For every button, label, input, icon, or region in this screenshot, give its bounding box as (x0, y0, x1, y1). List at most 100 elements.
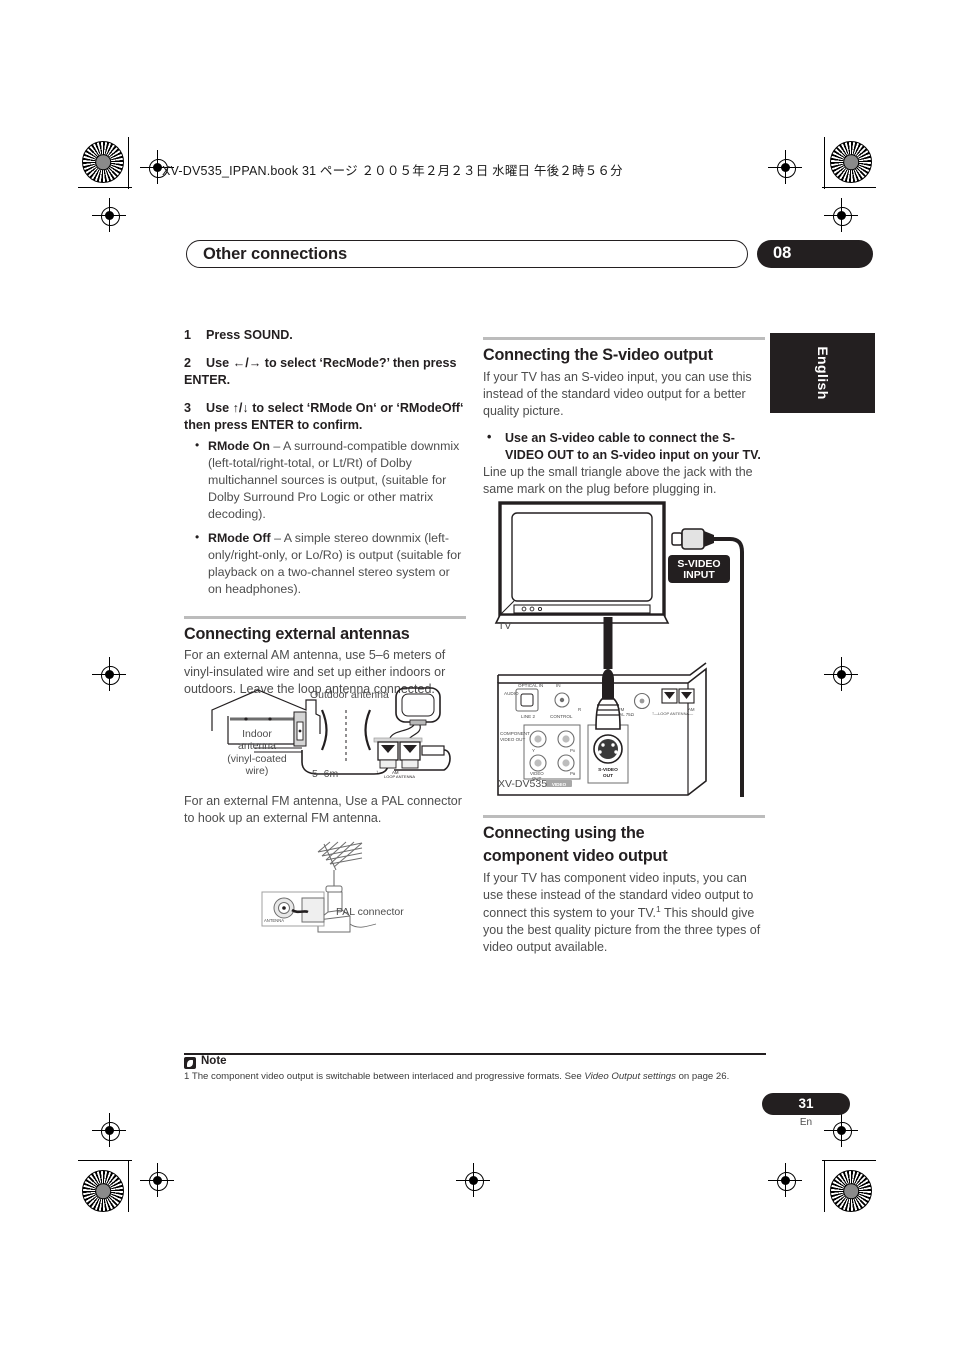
registration-cross-bottom-right (768, 1163, 802, 1197)
note-text-before: The component video output is switchable… (191, 1071, 585, 1082)
svg-text:VIDEO OUT: VIDEO OUT (500, 737, 525, 742)
figure-svideo-connection: S-VIDEO INPUT AUDIO OPTICAL IN LINE 2 IN… (492, 497, 764, 797)
svideo-instruction-detail: Line up the small triangle above the jac… (483, 464, 753, 496)
note-text-after: on page 26. (675, 1071, 730, 1082)
rmode-on-term: RMode On (208, 439, 270, 453)
registration-star-bottom-right (830, 1170, 872, 1212)
figure-label-tv: TV (498, 620, 512, 632)
chapter-number-badge: 08 (757, 240, 873, 268)
page-number: 31 (798, 1096, 814, 1111)
svg-text:Pᴧ: Pᴧ (570, 748, 576, 753)
rmode-off-term: RMode Off (208, 530, 271, 545)
step-1-number: 1 (184, 328, 192, 342)
step-3: 3 Use ↑/↓ to select ‘RMode On‘ or ‘RModeO… (184, 400, 466, 434)
svg-text:AUDIO: AUDIO (504, 691, 519, 696)
figure-label-indoor-antenna: Indoor antenna (vinyl-coated wire) (219, 728, 295, 778)
indoor-label-line1: Indoor (242, 728, 272, 740)
figure-label-outdoor-antenna: Outdoor antenna (310, 689, 389, 701)
svg-text:LINE 2: LINE 2 (521, 714, 535, 719)
svideo-paragraph: If your TV has an S-video input, you can… (483, 369, 752, 418)
registration-cross-left-middle (92, 657, 126, 691)
crop-mark-tr-v (824, 137, 826, 189)
registration-cross-top-right (768, 150, 802, 184)
list-item: RMode On – A surround-compatible downmix… (184, 437, 466, 523)
note-marker: 1 (184, 1071, 190, 1082)
note-label: Note (201, 1055, 227, 1067)
svg-text:OUT: OUT (603, 773, 613, 779)
svg-text:COMPONENT: COMPONENT (500, 731, 530, 736)
svg-text:R: R (578, 707, 581, 712)
crop-mark-br-v (824, 1160, 826, 1212)
step-2: 2 Use ←/→ to select ‘RecMode?’ then press… (184, 355, 466, 389)
registration-cross-right-upper (824, 198, 858, 232)
note-text: 1 The component video output is switchab… (184, 1071, 784, 1083)
book-file-header: XV-DV535_IPPAN.book 31 ページ ２００５年２月２３日 水曜… (162, 164, 623, 178)
indoor-label-line2: antenna (238, 740, 276, 753)
section-divider (184, 615, 466, 619)
page-title: Other connections (203, 245, 348, 263)
svg-text:S-VIDEO: S-VIDEO (598, 767, 618, 773)
section-heading-component-line1: Connecting using the (483, 824, 645, 842)
crop-mark-br-h (822, 1160, 876, 1162)
crop-mark-tl-v (128, 137, 130, 189)
svideo-instruction-bold: Use an S-video cable to connect the S-VI… (483, 429, 765, 464)
figure-fm-pal-connector: ANTENNA (258, 840, 448, 940)
figure-label-pal-connector: PAL connector (336, 906, 404, 918)
svg-text:AM: AM (688, 707, 695, 712)
manual-page: XV-DV535_IPPAN.book 31 ページ ２００５年２月２３日 水曜… (0, 0, 954, 1351)
antenna-fm-paragraph: For an external FM antenna, Use a PAL co… (184, 794, 462, 825)
language-tab-label: English (814, 346, 831, 400)
svg-text:VIDEO: VIDEO (552, 782, 567, 787)
list-item: RMode Off – A simple stereo downmix (lef… (184, 529, 466, 598)
step-1-text: Press SOUND. (206, 328, 293, 342)
step-2-number: 2 (184, 356, 192, 370)
section-heading-component-line2: component video output (483, 846, 668, 865)
registration-cross-bottom-center (456, 1163, 490, 1197)
crop-mark-bl-h (78, 1160, 132, 1162)
crop-mark-bl-v (128, 1160, 130, 1212)
svg-text:⊺: ⊺ (376, 770, 378, 775)
registration-star-top-right (830, 141, 872, 183)
page-number-badge: 31 (762, 1093, 850, 1115)
indoor-label-line3: (vinyl-coated (227, 752, 287, 765)
figure-label-unit-model: XV-DV535 (498, 778, 548, 790)
page-language-code: En (799, 1117, 813, 1128)
right-column: Connecting the S-video output If your TV… (483, 327, 765, 508)
svg-text:OPTICAL IN: OPTICAL IN (518, 683, 543, 688)
section-heading-antennas: Connecting external antennas (184, 624, 410, 643)
component-paragraph: If your TV has component video inputs, y… (483, 870, 765, 956)
step-3-number: 3 (184, 401, 192, 415)
note-divider (184, 1053, 766, 1056)
step-2-text: Use ←/→ to select ‘RecMode?’ then press … (184, 356, 457, 387)
registration-star-bottom-left (82, 1170, 124, 1212)
registration-star-top-left (82, 141, 124, 183)
svg-text:LOOP ANTENNA: LOOP ANTENNA (384, 774, 415, 779)
chapter-title-bar: Other connections (186, 240, 748, 268)
registration-cross-left-upper (92, 198, 126, 232)
svg-text:INPUT: INPUT (683, 569, 715, 581)
rmode-bullet-list: RMode On – A surround-compatible downmix… (184, 437, 466, 598)
chapter-number: 08 (773, 244, 792, 262)
svg-text:ANTENNA: ANTENNA (264, 918, 284, 923)
crop-mark-tl-h (78, 187, 132, 189)
step-1: 1 Press SOUND. (184, 327, 466, 344)
step-3-text: Use ↑/↓ to select ‘RMode On‘ or ‘RModeOf… (184, 401, 464, 432)
left-column: 1 Press SOUND. 2 Use ←/→ to select ‘RecMod… (184, 327, 466, 708)
svg-text:CONTROL: CONTROL (550, 714, 573, 719)
figure-label-wire-length: 5–6m (312, 768, 339, 780)
language-tab: English (770, 333, 875, 413)
section-divider (483, 337, 765, 340)
note-icon (184, 1057, 196, 1069)
registration-cross-left-lower (92, 1113, 126, 1147)
component-video-section: Connecting using the component video out… (483, 815, 765, 966)
svg-text:Y: Y (532, 748, 535, 753)
svg-text:Pᴚ: Pᴚ (570, 771, 576, 776)
indoor-label-line4: wire) (245, 765, 269, 778)
registration-cross-right-middle (824, 657, 858, 691)
section-heading-svideo: Connecting the S-video output (483, 346, 713, 364)
crop-mark-tr-h (822, 187, 876, 189)
svg-text:⊺—LOOP ANTENNA—: ⊺—LOOP ANTENNA— (652, 711, 693, 716)
registration-cross-bottom-left (140, 1163, 174, 1197)
note-text-italic: Video Output settings (584, 1071, 676, 1082)
svg-text:IN: IN (556, 683, 561, 688)
